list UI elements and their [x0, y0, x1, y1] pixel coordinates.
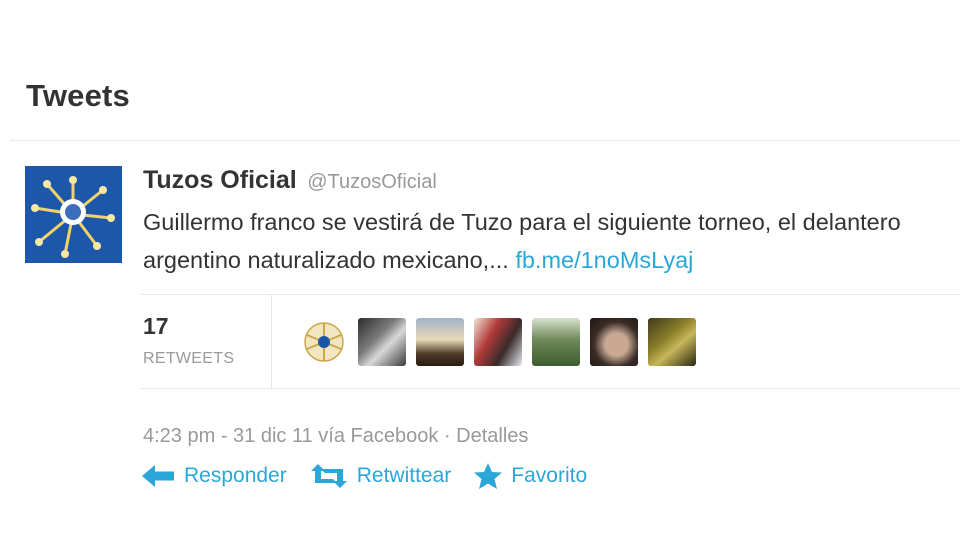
ball-icon [304, 322, 344, 362]
tweet-text: Guillermo franco se vestirá de Tuzo para… [143, 203, 953, 279]
tweet-link[interactable]: fb.me/1noMsLyaj [515, 247, 693, 273]
retweeter-avatar[interactable] [358, 318, 406, 366]
details-link[interactable]: Detalles [456, 425, 528, 447]
retweeter-avatar[interactable] [648, 318, 696, 366]
retweet-button[interactable]: Retwittear [309, 463, 452, 489]
retweet-icon [309, 463, 349, 489]
author-avatar[interactable] [25, 166, 122, 263]
retweeter-avatar[interactable] [590, 318, 638, 366]
tweet-header: Tuzos Oficial @TuzosOficial [143, 166, 437, 195]
favorite-button[interactable]: Favorito [473, 462, 587, 490]
reply-label: Responder [184, 464, 287, 487]
retweet-label[interactable]: RETWEETS [143, 350, 234, 368]
meta-separator: · [443, 425, 451, 447]
tweet-source[interactable]: vía Facebook [318, 425, 438, 447]
stats-bottom-divider [140, 388, 960, 389]
stats-vertical-divider [271, 294, 272, 388]
stats-top-divider [140, 294, 960, 295]
timeline-heading: Tweets [26, 78, 130, 113]
reply-button[interactable]: Responder [140, 463, 287, 489]
author-handle[interactable]: @TuzosOficial [307, 171, 437, 193]
retweet-label: Retwittear [356, 464, 452, 487]
tuzos-logo-icon [25, 166, 122, 263]
retweeter-avatar[interactable] [532, 318, 580, 366]
author-name[interactable]: Tuzos Oficial [143, 166, 297, 194]
retweeter-avatars [300, 318, 696, 366]
retweet-count[interactable]: 17 [143, 313, 169, 340]
header-divider [10, 140, 960, 141]
favorite-label: Favorito [511, 464, 588, 487]
reply-arrow-icon [140, 463, 176, 489]
retweeter-avatar[interactable] [416, 318, 464, 366]
tweet-timestamp[interactable]: 4:23 pm - 31 dic 11 [143, 425, 313, 447]
star-icon [473, 462, 503, 490]
retweeter-avatar[interactable] [300, 318, 348, 366]
retweeter-avatar[interactable] [474, 318, 522, 366]
tweet-meta: 4:23 pm - 31 dic 11 vía Facebook · Detal… [143, 425, 528, 448]
tweet-actions: Responder Retwittear Favorito [140, 462, 609, 490]
